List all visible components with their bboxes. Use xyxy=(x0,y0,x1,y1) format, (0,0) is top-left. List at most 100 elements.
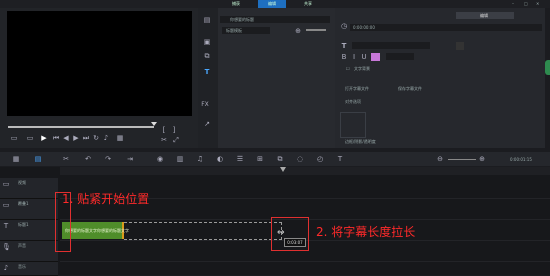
title-track-icon: T xyxy=(3,222,9,230)
tab-capture[interactable]: 捕获 xyxy=(222,0,250,8)
transition-icon[interactable]: ⧉ xyxy=(203,52,211,60)
preview-scrubber[interactable] xyxy=(8,126,154,128)
timeline-ruler[interactable] xyxy=(60,167,550,175)
split-clip-icon[interactable]: ⇥ xyxy=(126,155,134,163)
tools-icon[interactable]: ✂ xyxy=(62,155,70,163)
track-name-video: 视频 xyxy=(18,180,26,185)
close-icon[interactable]: ✕ xyxy=(536,1,539,6)
media-icon[interactable]: ▤ xyxy=(203,16,211,24)
duration-field[interactable]: 0:00:00:00 xyxy=(350,24,542,31)
mark-out-icon[interactable]: ] xyxy=(170,126,178,134)
duration-icon: ◷ xyxy=(340,22,348,30)
maximize-icon[interactable]: □ xyxy=(524,1,528,6)
overlay-track-icon: ▭ xyxy=(2,201,10,209)
fullscreen-icon[interactable]: ⤢ xyxy=(172,136,180,144)
track-name-title: 标题1 xyxy=(18,222,29,227)
font-select[interactable] xyxy=(352,42,430,49)
annotation-step2: 2. 将字幕长度拉长 xyxy=(316,225,416,239)
title-name-text: 你想要的标题 xyxy=(230,17,254,22)
track-header-voice: 🎙 声音 xyxy=(0,241,58,262)
open-subtitle-button[interactable]: 打开字幕文件 xyxy=(345,86,369,92)
clip-extension-guide xyxy=(124,222,282,240)
timeline-toolbar: ▦ ▤ ✂ ↶ ↷ ⇥ ◉ ▥ ♫ ◐ ☰ ⊞ ⧉ ◌ ◴ T ⊖ ⊕ 0:00… xyxy=(0,152,550,166)
border-shadow-label[interactable]: 边框/阴影/透明度 xyxy=(345,139,376,145)
playback-controls: ▭ ▭ ▶ ⏮ ◀ ▶ ⏭ ↻ ♪ ▦ [ ] ✂ ⤢ xyxy=(10,126,190,144)
underline-icon[interactable]: U xyxy=(360,53,368,61)
record-icon[interactable]: ◉ xyxy=(156,155,164,163)
annotation-box-end xyxy=(271,217,309,251)
save-subtitle-button[interactable]: 保存字幕文件 xyxy=(398,86,422,92)
repeat-icon[interactable]: ↻ xyxy=(92,134,100,142)
track-name-voice: 声音 xyxy=(18,243,26,248)
instant-project-icon[interactable]: ▣ xyxy=(203,38,211,46)
zoom-slider[interactable] xyxy=(448,159,476,160)
video-track-icon: ▭ xyxy=(2,180,10,188)
time-remap-icon[interactable]: ◴ xyxy=(316,155,324,163)
side-handle[interactable] xyxy=(545,60,550,75)
font-size-field[interactable] xyxy=(386,53,414,60)
track-header-overlay: ▭ 覆叠1 xyxy=(0,199,58,220)
title-icon[interactable]: T xyxy=(203,68,211,76)
title-name-field[interactable]: 你想要的标题 xyxy=(220,16,330,23)
alignment-grid[interactable] xyxy=(340,112,366,138)
multicam-icon[interactable]: ⧉ xyxy=(276,155,284,163)
color-swatch[interactable] xyxy=(456,42,464,50)
tab-edit[interactable]: 编辑 xyxy=(258,0,286,8)
ripple-icon[interactable]: ◌ xyxy=(296,155,304,163)
play-icon[interactable]: ▶ xyxy=(40,134,48,142)
font-color-swatch[interactable] xyxy=(371,53,380,61)
timeline-view-icon[interactable]: ▤ xyxy=(34,155,42,163)
end-icon[interactable]: ⏭ xyxy=(82,134,90,142)
preset-select-text: 标题模板 xyxy=(226,28,242,33)
thumbnail-size-slider[interactable] xyxy=(306,29,326,31)
preview-screen xyxy=(7,11,192,116)
minimize-icon[interactable]: – xyxy=(512,1,514,6)
zoom-in-icon[interactable]: ⊕ xyxy=(478,155,486,163)
redo-icon[interactable]: ↷ xyxy=(104,155,112,163)
volume-icon[interactable]: ♪ xyxy=(102,134,110,142)
music-track-icon: ♪ xyxy=(3,264,9,272)
subtitle-icon[interactable]: ☰ xyxy=(236,155,244,163)
next-frame-icon[interactable]: ▶ xyxy=(72,134,80,142)
track-header-video: ▭ 视频 xyxy=(0,178,58,199)
add-icon[interactable]: ⊕ xyxy=(294,27,302,35)
italic-icon[interactable]: I xyxy=(350,53,358,61)
text-background-label: 文字背景 xyxy=(354,66,370,71)
storyboard-view-icon[interactable]: ▦ xyxy=(12,155,20,163)
alignment-label: 对齐选项 xyxy=(345,99,361,104)
text-background-checkbox[interactable]: ☐ xyxy=(346,66,350,71)
text-icon[interactable]: T xyxy=(336,155,344,163)
undo-icon[interactable]: ↶ xyxy=(84,155,92,163)
clip-mode-icon[interactable]: ▭ xyxy=(26,134,34,142)
home-icon[interactable]: ⏮ xyxy=(52,134,60,142)
track-name-music: 音乐 xyxy=(18,264,26,269)
track-header-music: ♪ 音乐 xyxy=(0,262,58,276)
path-icon[interactable]: ↗ xyxy=(203,120,211,128)
track-header-title: T 标题1 xyxy=(0,220,58,241)
title-clip-label: 你想要的标题文字你想要的标题文字 xyxy=(65,228,129,233)
project-mode-icon[interactable]: ▭ xyxy=(10,134,18,142)
options-header-label: 编辑 xyxy=(480,13,488,18)
options-header-tab[interactable]: 编辑 xyxy=(456,12,514,19)
playhead[interactable] xyxy=(280,167,286,172)
mark-in-icon[interactable]: [ xyxy=(160,126,168,134)
duration-value: 0:00:00:00 xyxy=(353,25,375,30)
bold-icon[interactable]: B xyxy=(340,53,348,61)
zoom-out-icon[interactable]: ⊖ xyxy=(436,155,444,163)
split-icon[interactable]: ✂ xyxy=(160,136,168,144)
auto-music-icon[interactable]: ♫ xyxy=(196,155,204,163)
motion-icon[interactable]: ◐ xyxy=(216,155,224,163)
voice-track-icon: 🎙 xyxy=(2,243,11,251)
track-name-overlay: 覆叠1 xyxy=(18,201,29,206)
library-icon-bar: ▤ ▣ ⧉ T FX ↗ xyxy=(198,8,218,148)
size-icon[interactable]: ▦ xyxy=(116,134,124,142)
scrubber-head[interactable] xyxy=(151,122,157,126)
track-icon[interactable]: ⊞ xyxy=(256,155,264,163)
tab-share[interactable]: 共享 xyxy=(294,0,322,8)
preset-select[interactable]: 标题模板 xyxy=(222,27,270,34)
prev-frame-icon[interactable]: ◀ xyxy=(62,134,70,142)
annotation-step1: 1. 贴紧开始位置 xyxy=(62,192,150,206)
project-duration: 0:00:01:15 xyxy=(510,157,532,162)
fx-icon[interactable]: FX xyxy=(201,101,209,109)
mixer-icon[interactable]: ▥ xyxy=(176,155,184,163)
